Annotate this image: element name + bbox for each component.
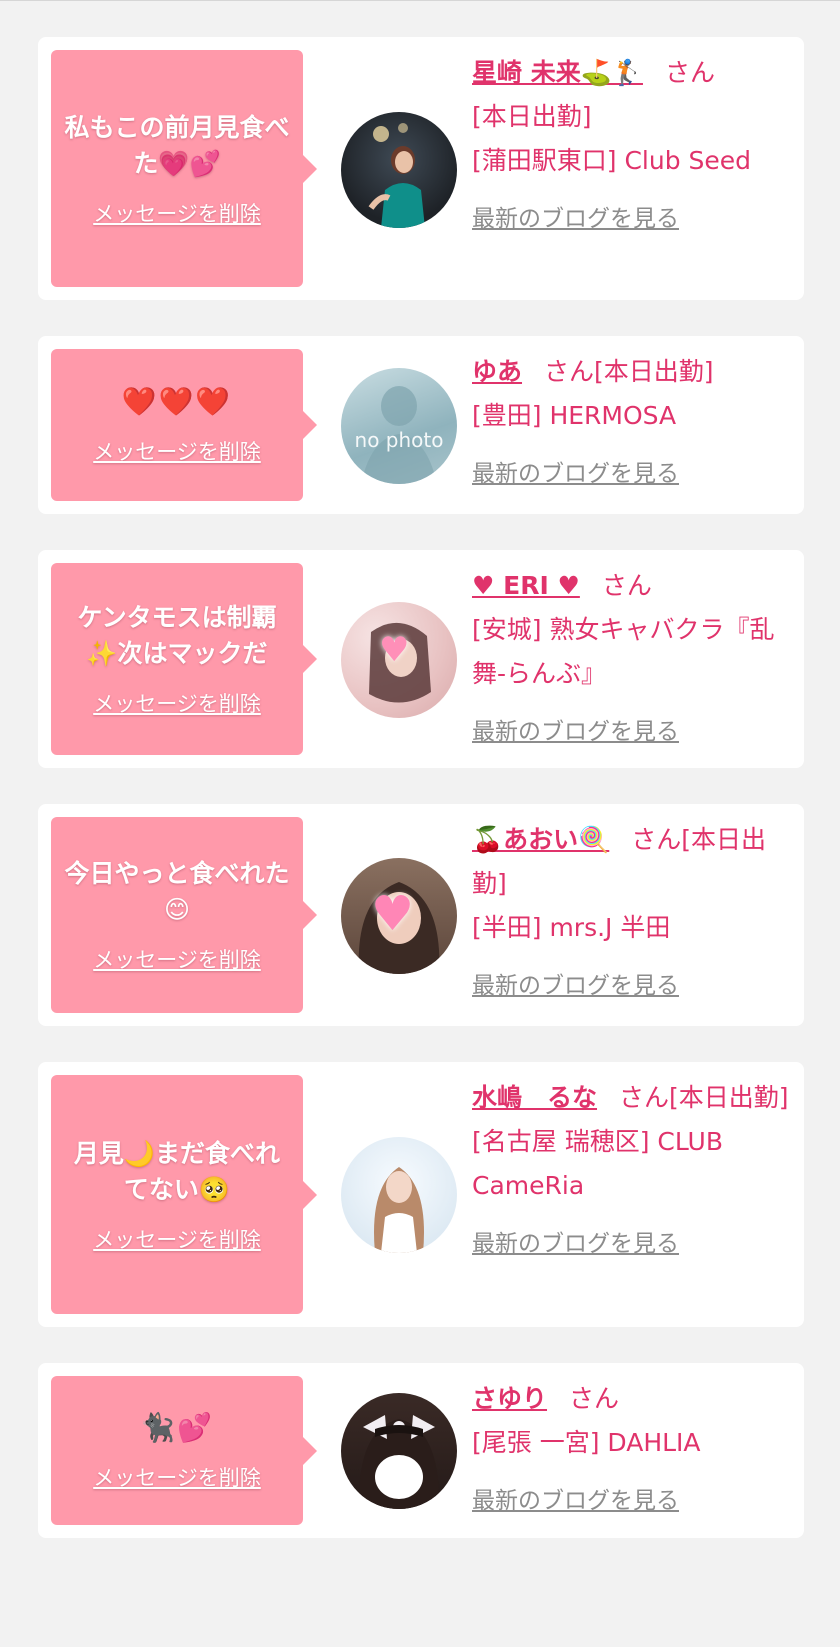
message-bubble: 月見🌙まだ食べれてない🥺 メッセージを削除 [51,1075,317,1314]
cast-name-link[interactable]: ゆあ [472,357,522,386]
avatar[interactable]: no photo [341,368,457,484]
delete-message-link[interactable]: メッセージを削除 [93,688,261,718]
message-text: 今日やっと食べれた😊 [64,859,290,924]
honorific: さん [664,58,715,87]
latest-blog-link[interactable]: 最新のブログを見る [472,710,679,754]
message-bubble: 私もこの前月見食べた💗💕 メッセージを削除 [51,50,317,287]
latest-blog-link[interactable]: 最新のブログを見る [472,452,679,496]
message-text: 月見🌙まだ食べれてない🥺 [73,1138,281,1204]
delete-message-link[interactable]: メッセージを削除 [93,1462,261,1492]
delete-message-link[interactable]: メッセージを削除 [93,198,261,228]
message-bubble: ケンタモスは制覇✨次はマックだ メッセージを削除 [51,563,317,755]
message-card: ❤️❤️❤️ メッセージを削除 no photo ゆあ さん[本日出勤] [豊田]… [38,336,804,514]
latest-blog-link[interactable]: 最新のブログを見る [472,1479,679,1523]
message-card: ケンタモスは制覇✨次はマックだ メッセージを削除 ♥ ♥ ERI ♥ さん [安城… [38,550,804,768]
honorific: さん [601,571,652,600]
shop-name: [尾張 一宮] DAHLIA [472,1428,701,1457]
cast-info: 星崎 未来⛳🏌 さん [本日出勤] [蒲田駅東口] Club Seed 最新のブロ… [472,51,790,241]
cast-name-link[interactable]: 🍒あおい🍭 [472,825,609,854]
message-bubble: 今日やっと食べれた😊 メッセージを削除 [51,817,317,1013]
shop-name: [半田] mrs.J 半田 [472,913,671,942]
cast-info: 水嶋 るな さん[本日出勤] [名古屋 瑞穂区] CLUB CameRia 最新の… [472,1076,790,1266]
no-photo-label: no photo [354,428,444,452]
message-list: 私もこの前月見食べた💗💕 メッセージを削除 星崎 未来⛳🏌 さん [本日出勤] [… [0,1,840,1647]
message-text: ケンタモスは制覇✨次はマックだ [77,603,277,668]
latest-blog-link[interactable]: 最新のブログを見る [472,1222,679,1266]
delete-message-link[interactable]: メッセージを削除 [93,944,261,974]
cast-info: ゆあ さん[本日出勤] [豊田] HERMOSA 最新のブログを見る [472,350,790,496]
avatar[interactable] [341,1137,457,1253]
cast-info: ♥ ERI ♥ さん [安城] 熟女キャバクラ『乱舞-らんぶ』 最新のブログを見る [472,564,790,754]
message-bubble: 🐈‍⬛💕 メッセージを削除 [51,1376,317,1525]
latest-blog-link[interactable]: 最新のブログを見る [472,964,679,1008]
face-cover-heart-icon: ♥ [371,886,415,942]
cast-info: 🍒あおい🍭 さん[本日出勤] [半田] mrs.J 半田 最新のブログを見る [472,818,790,1008]
message-card: 私もこの前月見食べた💗💕 メッセージを削除 星崎 未来⛳🏌 さん [本日出勤] [… [38,37,804,300]
attendance-status: [本日出勤] [472,102,592,131]
message-card: 月見🌙まだ食べれてない🥺 メッセージを削除 水嶋 るな さん[本日出勤] [名古屋… [38,1062,804,1327]
shop-name: [名古屋 瑞穂区] CLUB CameRia [472,1127,723,1200]
cast-name-link[interactable]: ♥ ERI ♥ [472,571,580,600]
message-text: ❤️❤️❤️ [121,385,233,418]
avatar[interactable]: ♥ [341,602,457,718]
delete-message-link[interactable]: メッセージを削除 [93,436,261,466]
cast-name-link[interactable]: 水嶋 るな [472,1083,597,1112]
shop-name: [蒲田駅東口] Club Seed [472,146,752,175]
honorific: さん [569,1384,620,1413]
cast-name-link[interactable]: 星崎 未来⛳🏌 [472,58,643,87]
message-card: 🐈‍⬛💕 メッセージを削除 さゆり さん [尾張 一宮] DAHLIA 最新のブロ… [38,1363,804,1538]
cast-name-link[interactable]: さゆり [472,1384,547,1413]
honorific: さん[本日出勤] [544,357,714,386]
cast-info: さゆり さん [尾張 一宮] DAHLIA 最新のブログを見る [472,1377,790,1523]
shop-name: [安城] 熟女キャバクラ『乱舞-らんぶ』 [472,615,775,688]
delete-message-link[interactable]: メッセージを削除 [93,1224,261,1254]
message-bubble: ❤️❤️❤️ メッセージを削除 [51,349,317,501]
honorific: さん[本日出勤] [619,1083,789,1112]
avatar[interactable] [341,112,457,228]
shop-name: [豊田] HERMOSA [472,401,677,430]
avatar[interactable] [341,1393,457,1509]
message-text: 🐈‍⬛💕 [140,1410,214,1444]
message-card: 今日やっと食べれた😊 メッセージを削除 ♥ 🍒あおい🍭 さん[本日出勤] [半田]… [38,804,804,1026]
avatar[interactable]: ♥ [341,858,457,974]
face-cover-heart-icon: ♥ [379,630,410,670]
message-text: 私もこの前月見食べた💗💕 [64,112,290,178]
latest-blog-link[interactable]: 最新のブログを見る [472,197,679,241]
